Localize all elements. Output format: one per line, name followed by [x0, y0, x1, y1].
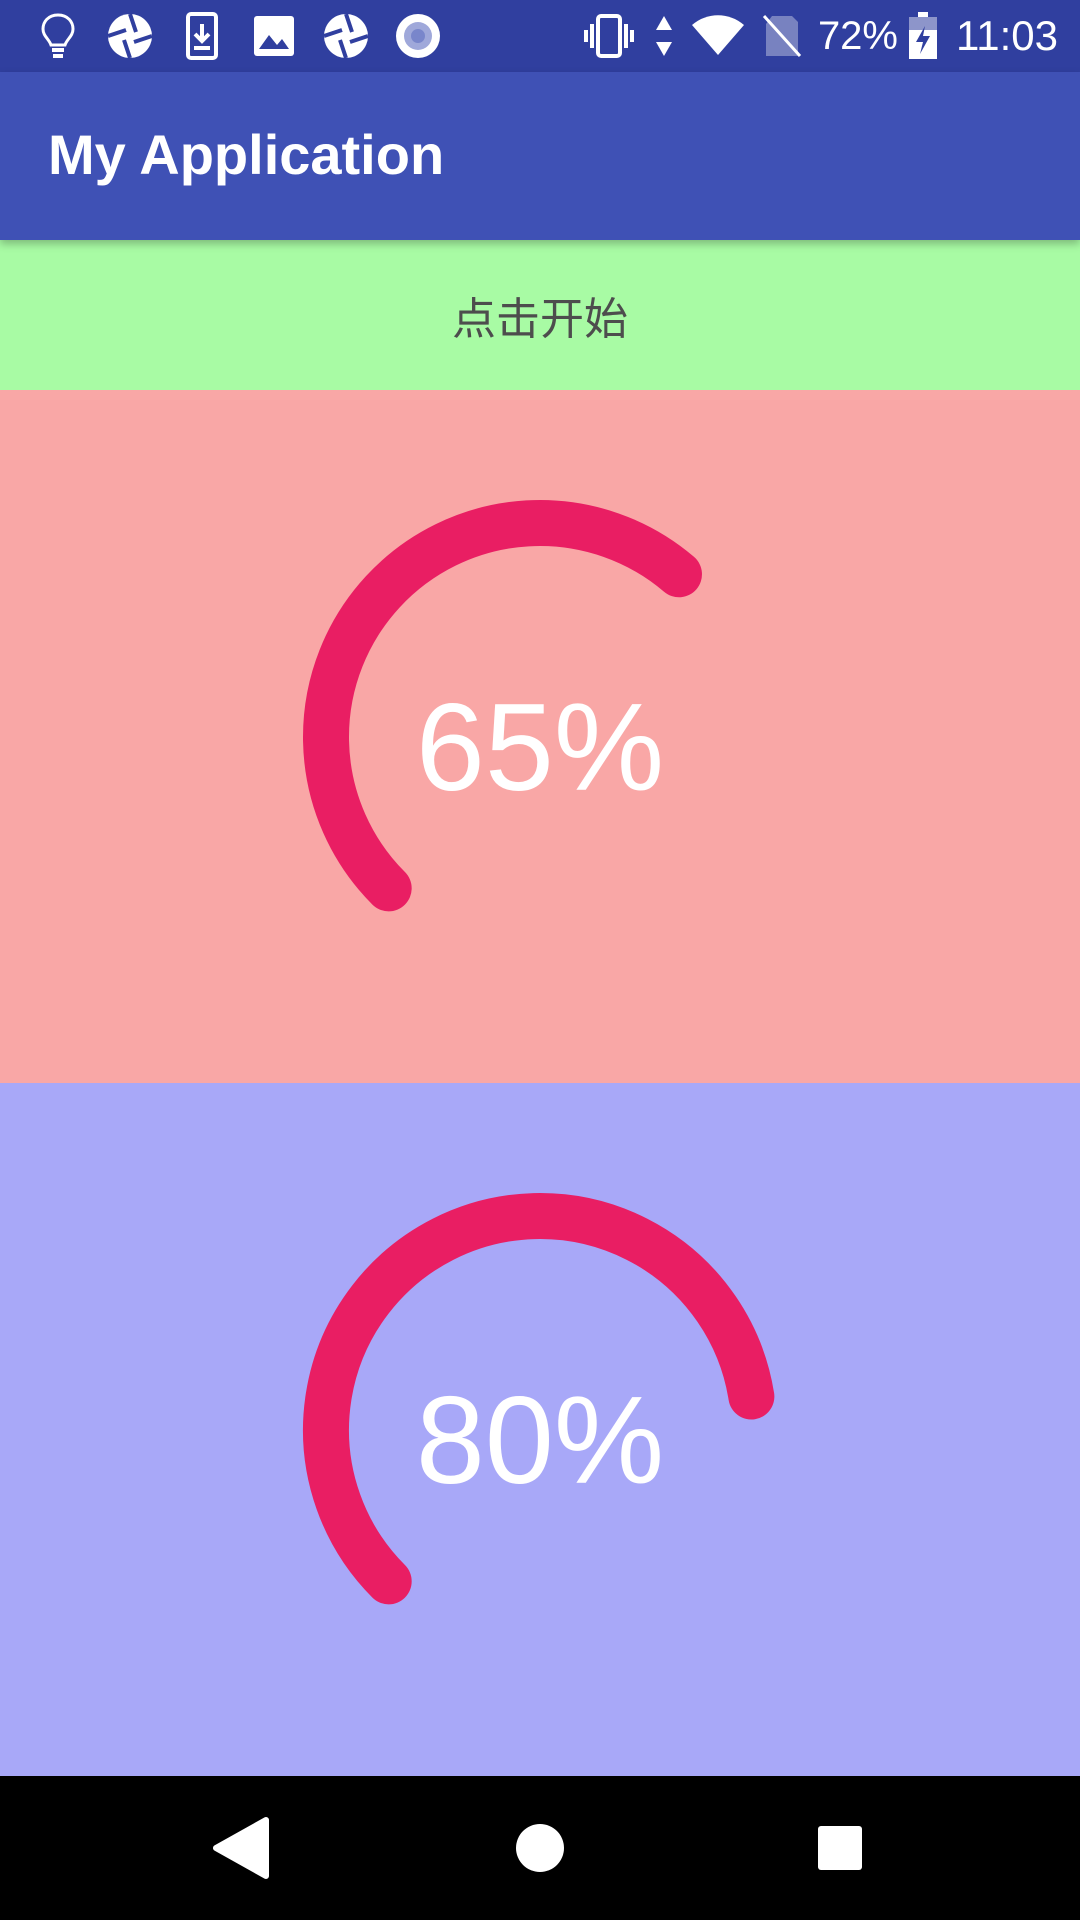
progress-value-2: 80%: [415, 1372, 665, 1510]
aperture-icon: [106, 12, 154, 60]
start-button[interactable]: 点击开始: [0, 240, 1080, 390]
lightbulb-icon: [34, 12, 82, 60]
app-title: My Application: [48, 123, 445, 186]
progress-panel-1: 65%: [0, 390, 1080, 1083]
status-bar: 72% 11:03: [0, 0, 1080, 72]
vibrate-icon: [582, 12, 636, 60]
aperture-icon: [322, 12, 370, 60]
clock: 11:03: [956, 12, 1058, 59]
progress-panel-2: 80%: [0, 1083, 1080, 1776]
battery-percent: 72%: [817, 13, 898, 58]
start-button-label: 点击开始: [452, 295, 628, 344]
data-arrows-icon: [654, 12, 674, 60]
image-icon: [250, 12, 298, 60]
back-button[interactable]: [190, 1798, 290, 1898]
recents-button[interactable]: [790, 1798, 890, 1898]
battery-charging-icon: [908, 12, 938, 60]
home-icon: [516, 1824, 564, 1872]
download-icon: [178, 12, 226, 60]
recents-icon: [818, 1826, 862, 1870]
no-sim-icon: [762, 12, 802, 60]
home-button[interactable]: [490, 1798, 590, 1898]
navigation-bar: [0, 1776, 1080, 1920]
notification-icons: [34, 12, 466, 60]
record-icon: [394, 12, 442, 60]
app-bar: My Application: [0, 72, 1080, 240]
back-icon: [213, 1817, 269, 1879]
progress-value-1: 65%: [415, 679, 665, 817]
system-status: 72% 11:03: [564, 8, 1058, 64]
wifi-icon: [691, 12, 744, 60]
